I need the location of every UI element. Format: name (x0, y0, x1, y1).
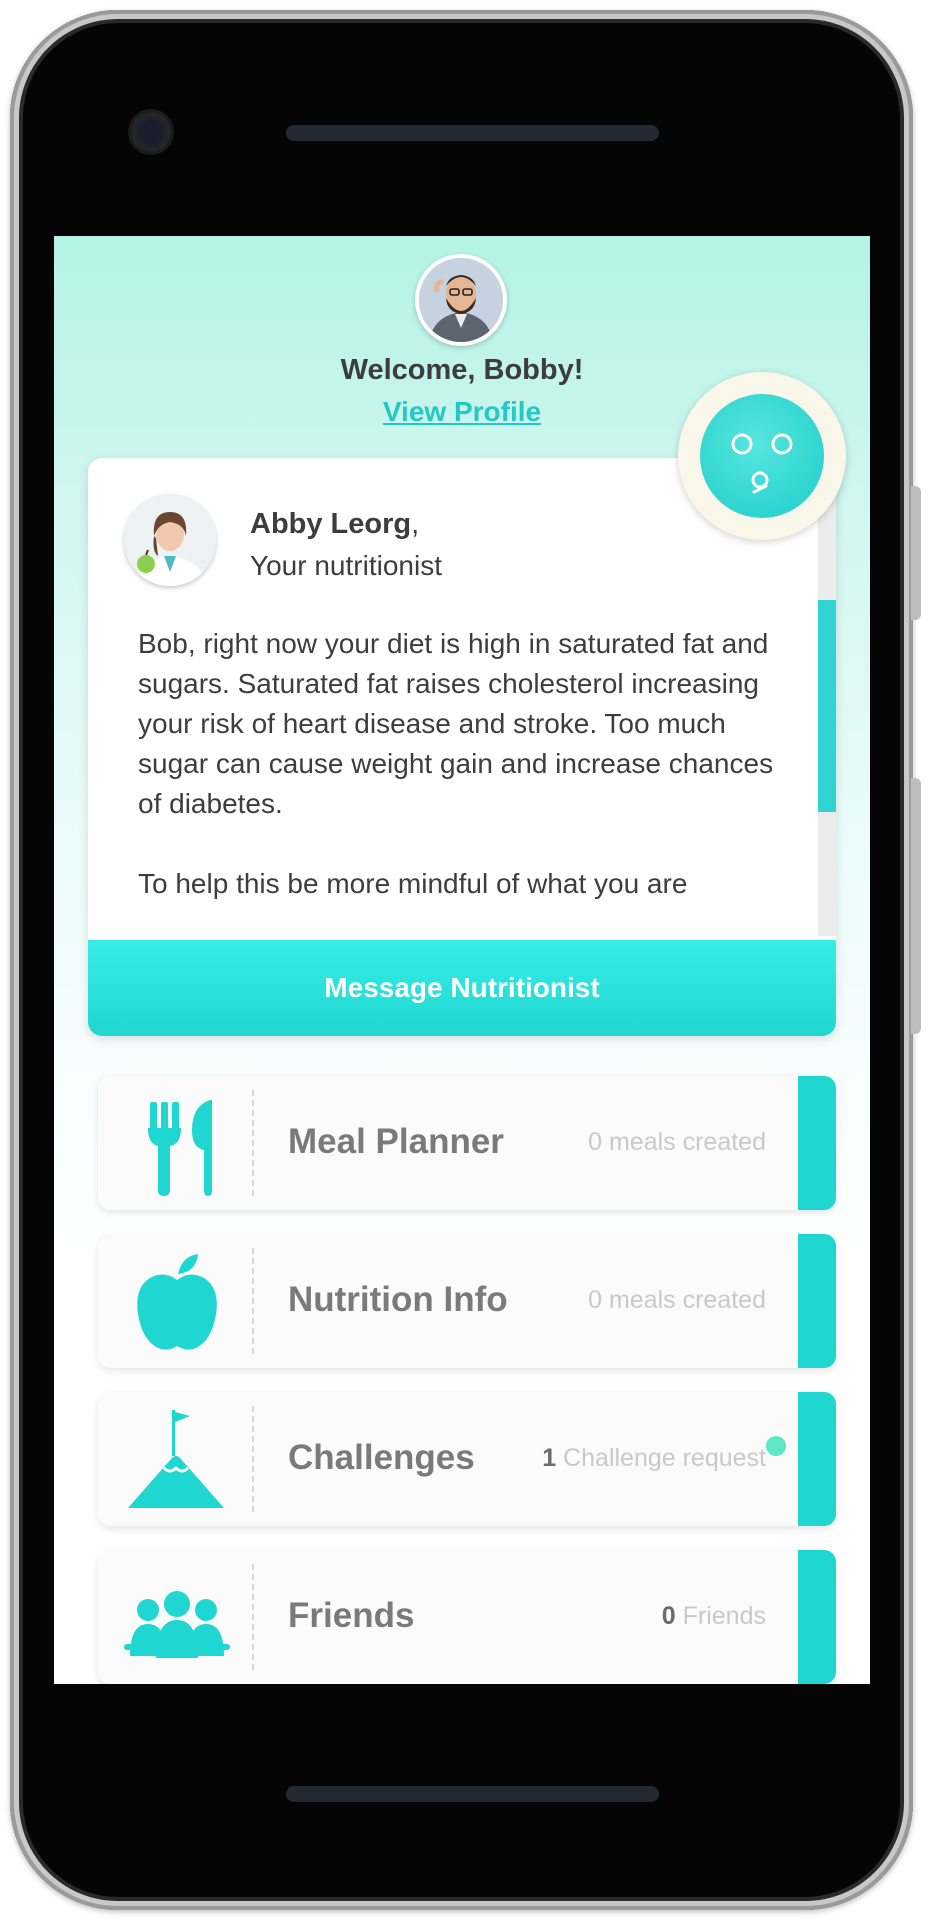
menu-meta: 0 meals created (588, 1128, 766, 1157)
bottom-speaker (286, 1786, 659, 1802)
menu-label: Nutrition Info (288, 1280, 508, 1319)
row-divider (252, 1248, 254, 1354)
nutritionist-name-suffix: , (411, 508, 420, 540)
menu-label: Meal Planner (288, 1122, 504, 1161)
menu-meta-text: Friends (682, 1602, 766, 1630)
row-accent-bar (798, 1392, 836, 1526)
message-scrollbar-thumb[interactable] (818, 600, 836, 812)
nutritionist-card: Abby Leorg, Your nutritionist Bob, right… (88, 458, 836, 1036)
menu-item-challenges[interactable]: Challenges 1 Challenge request (98, 1392, 836, 1526)
row-divider (252, 1090, 254, 1196)
front-camera (131, 112, 171, 152)
row-accent-bar (798, 1234, 836, 1368)
apple-icon (112, 1244, 242, 1358)
mountain-flag-icon (112, 1402, 242, 1516)
power-button (911, 486, 921, 620)
nutritionist-name: Abby Leorg (250, 508, 412, 540)
earpiece-speaker (286, 125, 659, 141)
menu-item-meal-planner[interactable]: Meal Planner 0 meals created (98, 1076, 836, 1210)
row-accent-bar (798, 1076, 836, 1210)
menu-item-nutrition-info[interactable]: Nutrition Info 0 meals created (98, 1234, 836, 1368)
phone-frame: Welcome, Bobby! View Profile Abby Leorg,… (10, 10, 913, 1910)
menu-meta-text: Challenge request (563, 1444, 766, 1472)
volume-button (911, 778, 921, 1034)
user-avatar-image (419, 258, 503, 342)
menu-label: Friends (288, 1596, 415, 1635)
menu-meta-text: 0 meals created (588, 1128, 766, 1156)
menu-label: Challenges (288, 1438, 475, 1477)
fork-knife-icon (112, 1086, 242, 1200)
row-accent-bar (798, 1550, 836, 1684)
app-screen: Welcome, Bobby! View Profile Abby Leorg,… (54, 236, 870, 1684)
message-paragraph: Bob, right now your diet is high in satu… (138, 628, 774, 819)
mascot-button[interactable] (678, 372, 846, 540)
user-avatar[interactable] (415, 254, 507, 346)
nutritionist-role: Your nutritionist (250, 550, 442, 581)
menu-count: 1 (542, 1444, 557, 1472)
menu-meta: 0 meals created (588, 1286, 766, 1315)
message-nutritionist-button[interactable]: Message Nutritionist (88, 940, 836, 1036)
nutritionist-name-line: Abby Leorg, (250, 508, 419, 541)
nutritionist-avatar[interactable] (124, 494, 216, 586)
menu-item-friends[interactable]: Friends 0 Friends (98, 1550, 836, 1684)
menu-meta: 0 Friends (662, 1602, 766, 1631)
row-divider (252, 1564, 254, 1670)
menu-meta-text: 0 meals created (588, 1286, 766, 1314)
nutritionist-message: Bob, right now your diet is high in satu… (138, 624, 788, 944)
menu-count: 0 (661, 1602, 676, 1630)
group-icon (112, 1560, 242, 1674)
message-paragraph: To help this be more mindful of what you… (138, 868, 688, 899)
notification-dot (766, 1436, 786, 1456)
mascot-face-icon (700, 394, 824, 518)
menu-meta: 1 Challenge request (542, 1444, 766, 1473)
row-divider (252, 1406, 254, 1512)
